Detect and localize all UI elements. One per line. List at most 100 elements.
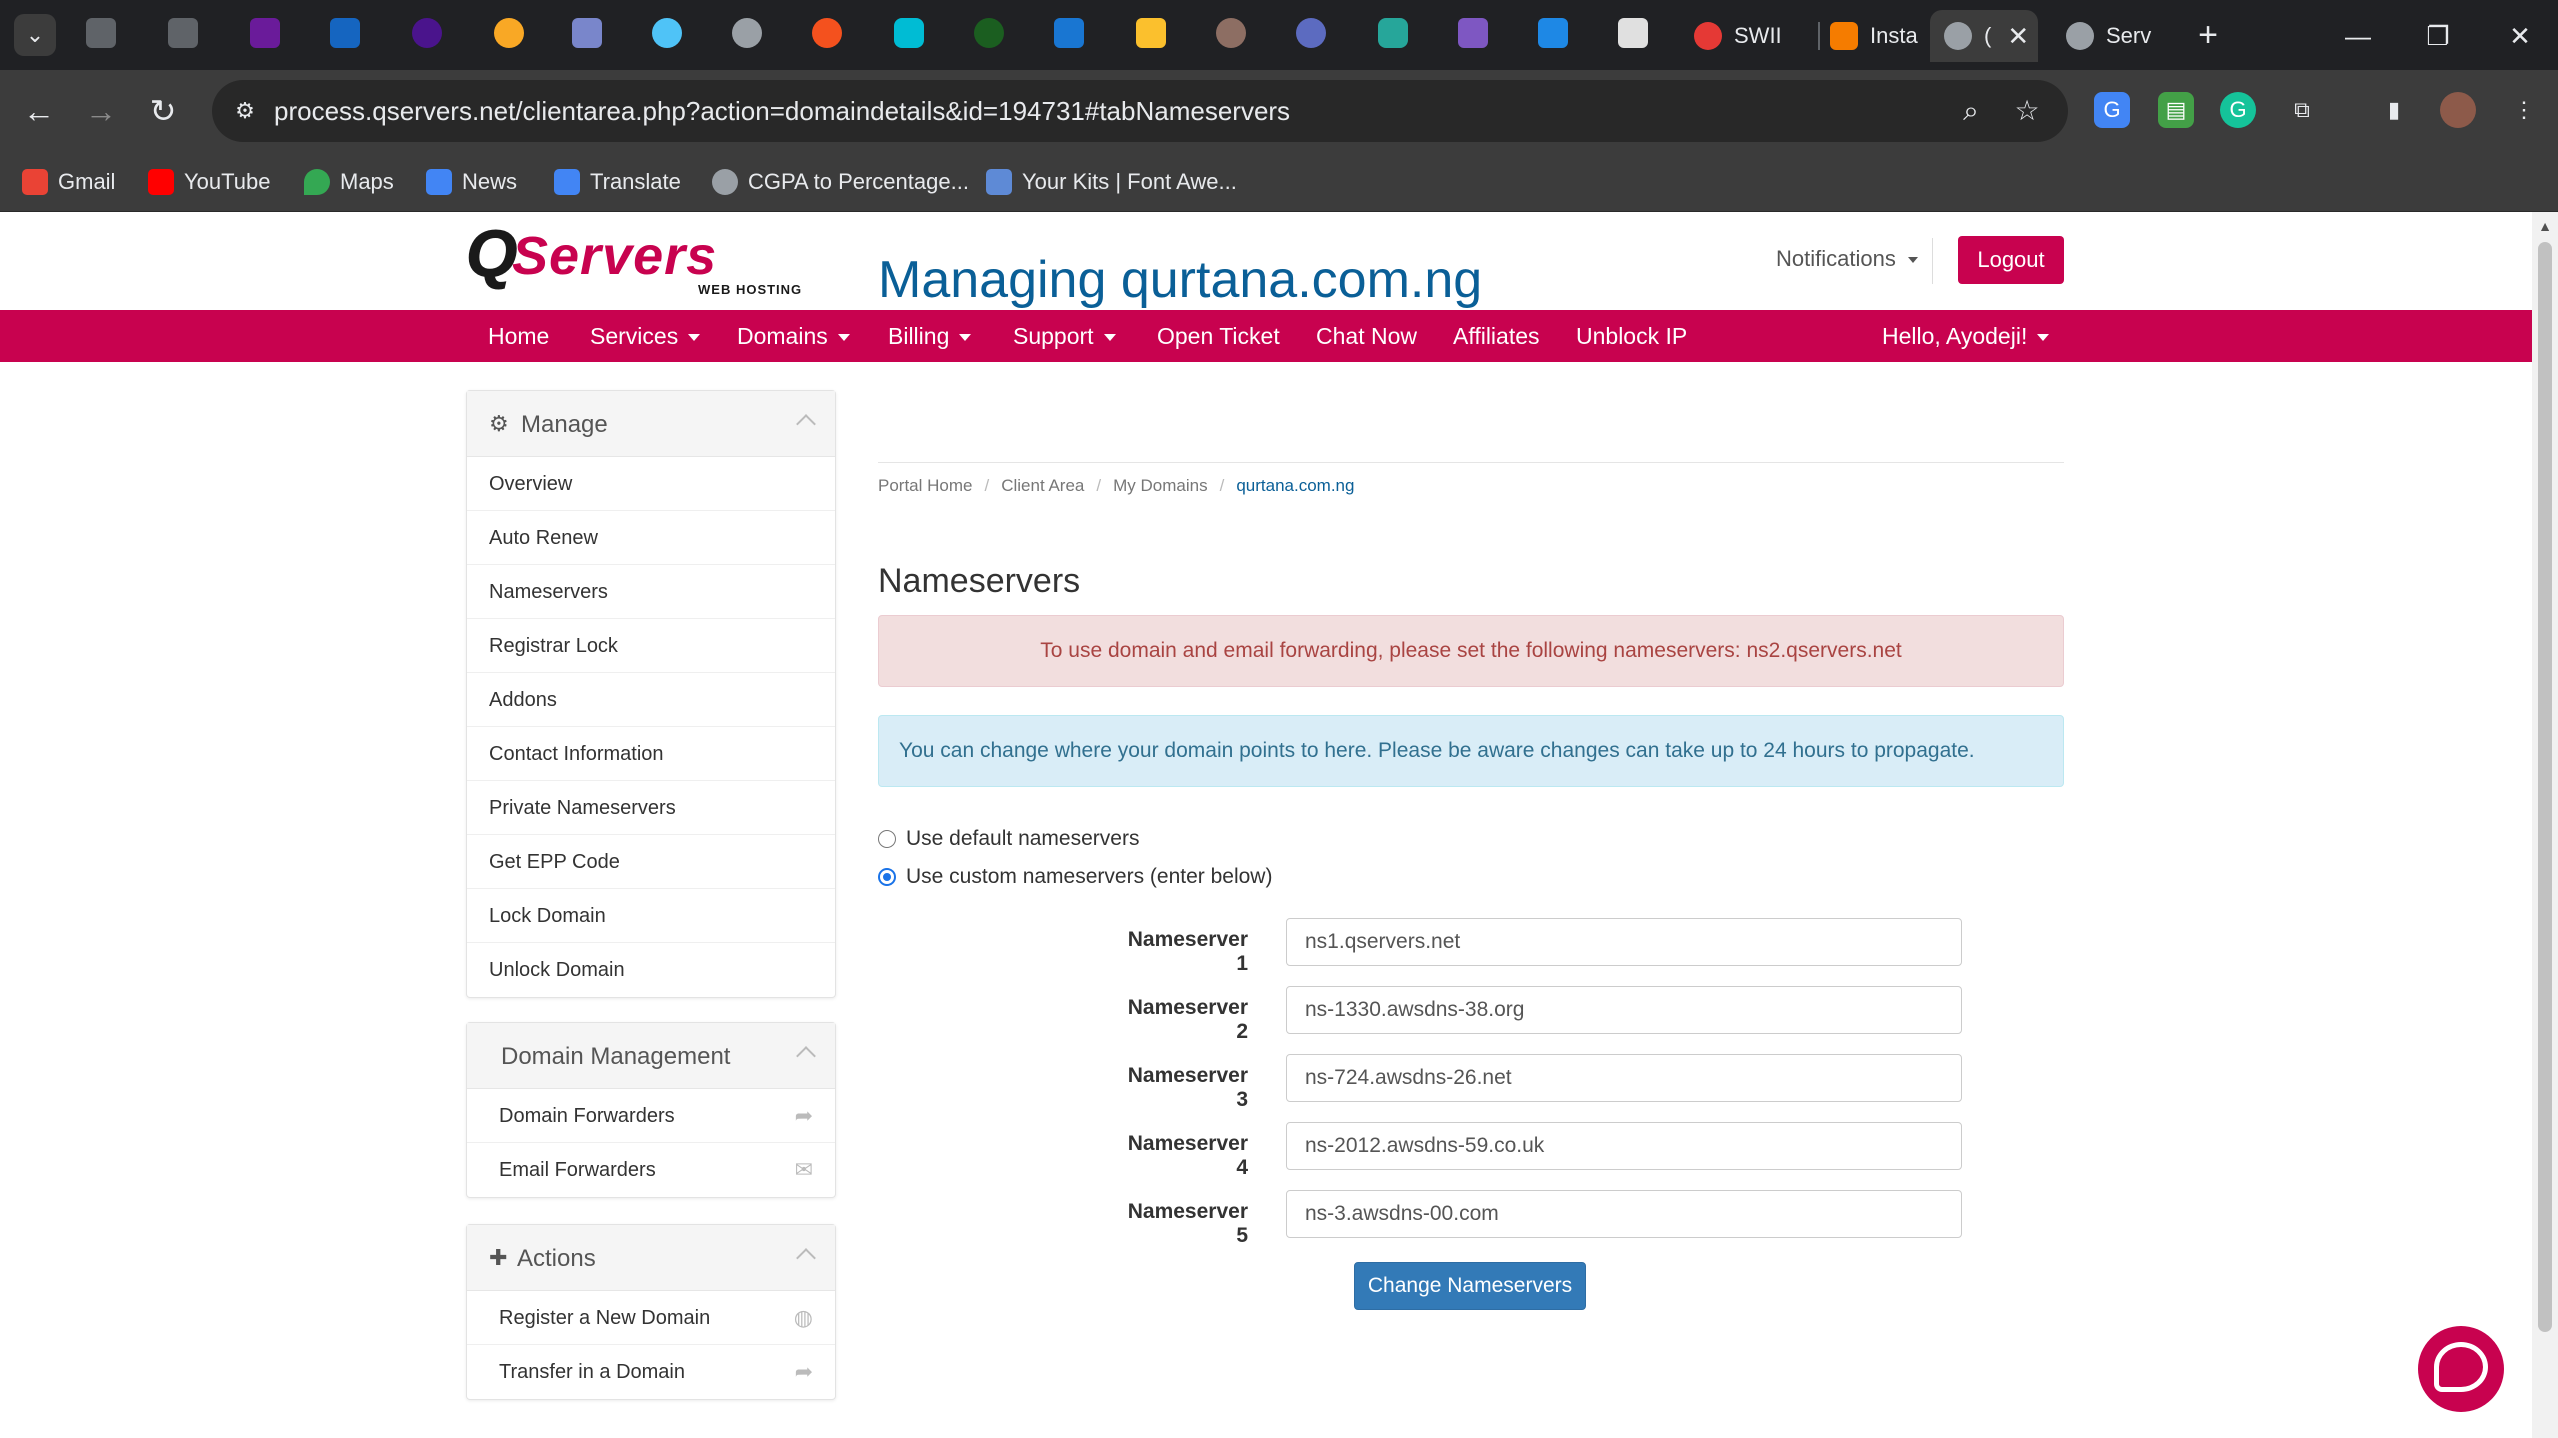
nameserver-5-input[interactable] (1286, 1190, 1962, 1238)
chevron-up-icon[interactable] (796, 1248, 816, 1268)
qservers-logo[interactable]: Q Servers WEB HOSTING (466, 222, 812, 298)
pinned-tab-icon[interactable] (732, 18, 762, 48)
tab-search-button[interactable]: ⌄ (14, 14, 56, 56)
nameserver-1-input[interactable] (1286, 918, 1962, 966)
pinned-tab-icon[interactable] (330, 18, 360, 48)
sidebar-item-private-nameservers[interactable]: Private Nameservers (467, 781, 835, 835)
nav-billing[interactable]: Billing (888, 310, 972, 362)
radio-custom-nameservers[interactable]: Use custom nameservers (enter below) (878, 862, 1272, 892)
pinned-tab-icon[interactable] (974, 18, 1004, 48)
actions-panel-header[interactable]: ✚ Actions (467, 1225, 835, 1291)
side-panel-icon[interactable]: ▮ (2376, 92, 2412, 128)
page-scrollbar[interactable]: ▲ (2532, 212, 2558, 1438)
sidebar-item-domain-forwarders[interactable]: Domain Forwarders ➦ (467, 1089, 835, 1143)
bookmark-youtube[interactable]: YouTube (148, 164, 270, 200)
browser-menu-icon[interactable]: ⋮ (2506, 92, 2542, 128)
address-bar[interactable]: ⚙ process.qservers.net/clientarea.php?ac… (212, 80, 2068, 142)
nav-support[interactable]: Support (1013, 310, 1116, 362)
site-info-icon[interactable]: ⚙ (226, 92, 264, 130)
radio-button-checked[interactable] (878, 868, 896, 886)
pinned-tab-icon[interactable] (1458, 18, 1488, 48)
pinned-tab-icon[interactable] (812, 18, 842, 48)
change-nameservers-button[interactable]: Change Nameservers (1354, 1262, 1586, 1310)
nameserver-2-input[interactable] (1286, 986, 1962, 1034)
pinned-tab-icon[interactable] (412, 18, 442, 48)
profile-avatar[interactable] (2440, 92, 2476, 128)
radio-default-nameservers[interactable]: Use default nameservers (878, 824, 1139, 854)
chat-widget-button[interactable] (2418, 1326, 2504, 1412)
domain-management-panel-header[interactable]: Domain Management (467, 1023, 835, 1089)
bookmark-gmail[interactable]: Gmail (22, 164, 115, 200)
extension-icon[interactable]: ▤ (2158, 92, 2194, 128)
back-button[interactable]: ← (14, 86, 64, 136)
sidebar-item-contact-information[interactable]: Contact Information (467, 727, 835, 781)
extensions-puzzle-icon[interactable]: ⧉ (2284, 92, 2320, 128)
chevron-up-icon[interactable] (796, 414, 816, 434)
breadcrumb-client-area[interactable]: Client Area (1001, 476, 1084, 495)
nav-unblock-ip[interactable]: Unblock IP (1576, 310, 1687, 362)
sidebar-item-overview[interactable]: Overview (467, 457, 835, 511)
sidebar-item-nameservers[interactable]: Nameservers (467, 565, 835, 619)
sidebar-item-register-new-domain[interactable]: Register a New Domain ◍ (467, 1291, 835, 1345)
pinned-tab-icon[interactable] (652, 18, 682, 48)
pinned-tab-icon[interactable] (86, 18, 116, 48)
bookmark-translate[interactable]: Translate (554, 164, 681, 200)
pinned-tab-icon[interactable] (494, 18, 524, 48)
pinned-tab-icon[interactable] (1618, 18, 1648, 48)
breadcrumb-portal-home[interactable]: Portal Home (878, 476, 972, 495)
pinned-tab-icon[interactable] (1538, 18, 1568, 48)
chevron-up-icon[interactable] (796, 1046, 816, 1066)
tab-serv[interactable]: Serv (2052, 10, 2172, 62)
translate-extension-icon[interactable]: G (2094, 92, 2130, 128)
tab-swii[interactable]: SWII (1680, 10, 1814, 62)
reload-button[interactable]: ↻ (138, 86, 188, 136)
scroll-up-icon[interactable]: ▲ (2536, 218, 2554, 234)
minimize-button[interactable]: — (2328, 14, 2388, 58)
url-text[interactable]: process.qservers.net/clientarea.php?acti… (274, 96, 1290, 127)
sidebar-item-transfer-domain[interactable]: Transfer in a Domain ➦ (467, 1345, 835, 1399)
sidebar-item-lock-domain[interactable]: Lock Domain (467, 889, 835, 943)
tab-insta[interactable]: Insta (1816, 10, 1926, 62)
radio-button[interactable] (878, 830, 896, 848)
nameserver-3-input[interactable] (1286, 1054, 1962, 1102)
bookmark-maps[interactable]: Maps (304, 164, 394, 200)
pinned-tab-icon[interactable] (1054, 18, 1084, 48)
bookmark-font-awesome[interactable]: Your Kits | Font Awe... (986, 164, 1237, 200)
pinned-tab-icon[interactable] (1296, 18, 1326, 48)
nav-affiliates[interactable]: Affiliates (1453, 310, 1540, 362)
grammarly-extension-icon[interactable]: G (2220, 92, 2256, 128)
nav-chat-now[interactable]: Chat Now (1316, 310, 1417, 362)
nav-user-menu[interactable]: Hello, Ayodeji! (1882, 310, 2050, 362)
logout-button[interactable]: Logout (1958, 236, 2064, 284)
pinned-tab-icon[interactable] (1136, 18, 1166, 48)
pinned-tab-icon[interactable] (572, 18, 602, 48)
pinned-tab-icon[interactable] (168, 18, 198, 48)
restore-button[interactable]: ❐ (2408, 14, 2468, 58)
sidebar-item-unlock-domain[interactable]: Unlock Domain (467, 943, 835, 997)
sidebar-item-addons[interactable]: Addons (467, 673, 835, 727)
new-tab-button[interactable]: + (2186, 14, 2230, 58)
nav-services[interactable]: Services (590, 310, 701, 362)
sidebar-item-get-epp-code[interactable]: Get EPP Code (467, 835, 835, 889)
bookmark-star-icon[interactable]: ☆ (2008, 92, 2046, 130)
nav-home[interactable]: Home (488, 310, 549, 362)
tab-active[interactable]: ( ✕ (1930, 10, 2038, 62)
pinned-tab-icon[interactable] (894, 18, 924, 48)
forward-button[interactable]: → (76, 86, 126, 136)
breadcrumb-my-domains[interactable]: My Domains (1113, 476, 1207, 495)
pinned-tab-icon[interactable] (1216, 18, 1246, 48)
notifications-dropdown[interactable]: Notifications (1776, 246, 1918, 272)
manage-panel-header[interactable]: ⚙ Manage (467, 391, 835, 457)
scrollbar-thumb[interactable] (2538, 242, 2552, 1332)
nav-open-ticket[interactable]: Open Ticket (1157, 310, 1280, 362)
nameserver-4-input[interactable] (1286, 1122, 1962, 1170)
sidebar-item-registrar-lock[interactable]: Registrar Lock (467, 619, 835, 673)
bookmark-cgpa[interactable]: CGPA to Percentage... (712, 164, 969, 200)
bookmark-news[interactable]: News (426, 164, 517, 200)
nav-domains[interactable]: Domains (737, 310, 850, 362)
close-window-button[interactable]: ✕ (2490, 14, 2550, 58)
zoom-icon[interactable]: ⌕ (1952, 92, 1990, 130)
sidebar-item-email-forwarders[interactable]: Email Forwarders ✉ (467, 1143, 835, 1197)
pinned-tab-icon[interactable] (250, 18, 280, 48)
pinned-tab-icon[interactable] (1378, 18, 1408, 48)
